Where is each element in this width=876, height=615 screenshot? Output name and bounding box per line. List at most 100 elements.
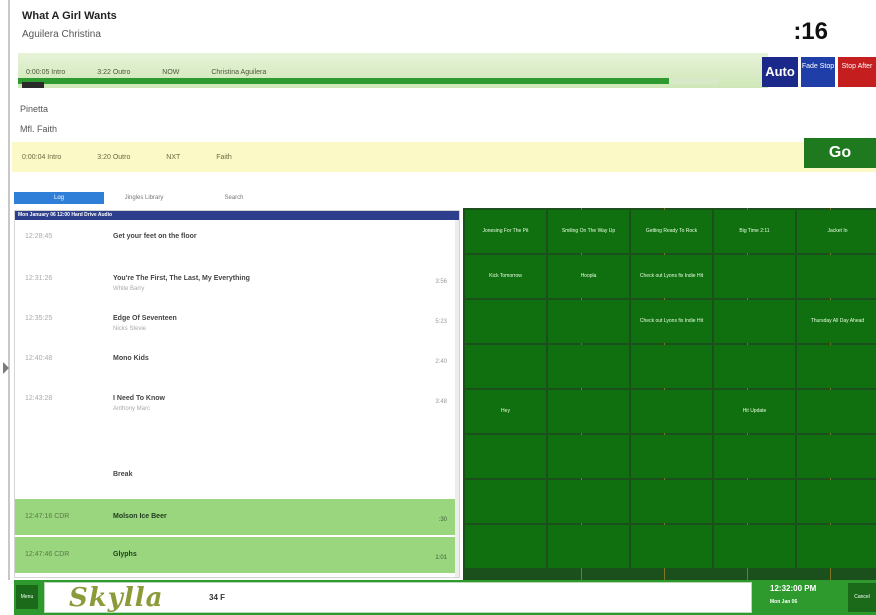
hotkey-button[interactable]: Hit Update <box>714 390 795 433</box>
hotkey-button[interactable] <box>631 435 712 478</box>
next-artist: Mfl. Faith <box>20 124 58 134</box>
hotkey-button[interactable] <box>548 390 629 433</box>
hotkey-button[interactable] <box>548 480 629 523</box>
next-category: NXT <box>166 154 181 161</box>
date: Mon Jan 06 <box>770 599 798 605</box>
log-row[interactable]: 12:47:16 CDR Molson Ice Beer:30 <box>15 499 459 535</box>
next-intro-time: 0:00:04 Intro <box>22 154 62 161</box>
hotkey-button[interactable]: Smiling On The Way Up <box>548 210 629 253</box>
stop-after-button[interactable]: Stop After <box>838 57 876 87</box>
hotkey-button[interactable] <box>631 390 712 433</box>
now-playing-meta: 0:00:05 Intro 3:22 Outro NOW Christina A… <box>26 69 296 76</box>
log-time: 12:28:45 <box>25 233 53 240</box>
hotkey-button[interactable] <box>797 435 876 478</box>
log-time: 12:35:25 <box>25 315 53 322</box>
hotkey-button[interactable] <box>797 480 876 523</box>
hotkey-button[interactable] <box>631 345 712 388</box>
hotkey-button[interactable]: Hoopla <box>548 255 629 298</box>
hotkey-button[interactable] <box>714 300 795 343</box>
log-artist: White Barry <box>113 286 145 292</box>
hotkey-button[interactable] <box>465 525 546 568</box>
log-row[interactable]: 12:47:46 CDR Glyphs 1:01 <box>15 537 459 573</box>
next-outro-time: 3:20 Outro <box>97 154 131 161</box>
hotkey-button[interactable] <box>714 480 795 523</box>
hotkey-button[interactable]: Check out Lyons fix Indie Hit <box>631 255 712 298</box>
temperature: 34 F <box>209 593 226 602</box>
log-time: 12:31:26 <box>25 275 53 282</box>
log-row[interactable]: 12:43:28 I Need To Know Anthony Marc 3:48 <box>15 391 459 425</box>
hotkey-button[interactable] <box>465 435 546 478</box>
hotkey-button[interactable] <box>548 345 629 388</box>
go-button[interactable]: Go <box>804 138 876 168</box>
progress-fill <box>18 78 669 84</box>
outro-time: 3:22 Outro <box>97 69 131 76</box>
log-time: 12:40:48 <box>25 355 53 362</box>
hotkey-button[interactable] <box>797 525 876 568</box>
log-title: Get your feet on the floor <box>113 233 197 240</box>
artist-tag: Christina Aguilera <box>211 69 267 76</box>
log-row[interactable]: 12:31:26 You're The First, The Last, My E… <box>15 271 459 305</box>
log-title: Molson Ice Beer <box>113 513 167 520</box>
hotkey-button[interactable] <box>548 525 629 568</box>
log-scrollbar[interactable] <box>455 220 459 577</box>
hotkey-button[interactable]: Check out Lyons fix Indie Hit <box>631 300 712 343</box>
log-artist: Nicks Stevie <box>113 326 147 332</box>
hotkey-button[interactable] <box>714 435 795 478</box>
log-row[interactable]: 12:28:45 Get your feet on the floor <box>15 229 459 263</box>
hotkey-button[interactable]: Hey <box>465 390 546 433</box>
log-time: 12:43:28 <box>25 395 53 402</box>
hotkey-button[interactable] <box>631 480 712 523</box>
log-header: Mon January 06 12:00 Hard Drive Audio <box>15 211 459 220</box>
hotkey-button[interactable] <box>465 345 546 388</box>
hotkey-button[interactable]: Jonesing For The Pit <box>465 210 546 253</box>
hotkey-button[interactable]: Getting Ready To Rock <box>631 210 712 253</box>
next-artist-tag: Faith <box>216 154 232 161</box>
hotkey-button[interactable] <box>631 525 712 568</box>
log-duration: 5:23 <box>435 319 447 325</box>
hotkey-button[interactable] <box>797 255 876 298</box>
log-row[interactable]: 12:40:48 Mono Kids 2:40 <box>15 351 459 385</box>
next-up-bar: 0:00:04 Intro 3:20 Outro NXT Faith <box>12 142 876 172</box>
hotkey-button[interactable] <box>548 300 629 343</box>
tab-search[interactable]: Search <box>214 192 254 204</box>
info-panel: Skylla 34 F <box>44 582 752 613</box>
tab-jingles[interactable]: Jingles Library <box>114 192 174 204</box>
log-title: You're The First, The Last, My Everythin… <box>113 275 250 282</box>
now-playing-panel: What A Girl Wants Aguilera Christina :16… <box>12 0 876 96</box>
hotkey-button[interactable] <box>797 390 876 433</box>
playlist-log: Mon January 06 12:00 Hard Drive Audio 12… <box>14 210 460 578</box>
now-playing-artist: Aguilera Christina <box>22 29 101 40</box>
menu-button[interactable]: Menu <box>16 585 38 609</box>
log-duration: 3:56 <box>435 279 447 285</box>
log-time: 12:47:46 CDR <box>25 551 70 558</box>
log-row[interactable]: 12:35:25 Edge Of Seventeen Nicks Stevie 5:2… <box>15 311 459 345</box>
log-title: Mono Kids <box>113 355 149 362</box>
fade-stop-button[interactable]: Fade Stop <box>801 57 835 87</box>
elapsed-marker <box>22 82 44 88</box>
hotkey-button[interactable] <box>714 525 795 568</box>
left-border <box>8 0 10 580</box>
cancel-button[interactable]: Cancel <box>848 583 876 612</box>
collapse-arrow-icon[interactable] <box>3 362 9 374</box>
hotkey-button[interactable] <box>465 300 546 343</box>
auto-button[interactable]: Auto <box>762 57 798 87</box>
tab-log[interactable]: Log <box>14 192 104 204</box>
hotkey-button[interactable]: Kick Tomorrow <box>465 255 546 298</box>
hotkey-button[interactable] <box>714 345 795 388</box>
hotkey-button[interactable]: Thursday All Day Ahead <box>797 300 876 343</box>
hotkey-button[interactable] <box>714 255 795 298</box>
hotkey-button[interactable] <box>797 345 876 388</box>
hotkey-button[interactable]: Big Time 2:11 <box>714 210 795 253</box>
next-title: Pinetta <box>20 104 49 114</box>
hotkey-button[interactable] <box>465 480 546 523</box>
log-title: I Need To Know <box>113 395 165 402</box>
countdown-timer: :16 <box>793 18 828 45</box>
station-logo: Skylla <box>69 583 164 613</box>
log-title: Edge Of Seventeen <box>113 315 177 322</box>
next-up-meta: 0:00:04 Intro 3:20 Outro NXT Faith <box>22 154 266 161</box>
hotkey-grid: Jonesing For The Pit Smiling On The Way U… <box>463 208 876 580</box>
hotkey-button[interactable] <box>548 435 629 478</box>
now-playing-bar: 0:00:05 Intro 3:22 Outro NOW Christina A… <box>18 53 768 88</box>
hotkey-button[interactable]: Jacket In <box>797 210 876 253</box>
log-row[interactable]: Break <box>15 467 459 487</box>
